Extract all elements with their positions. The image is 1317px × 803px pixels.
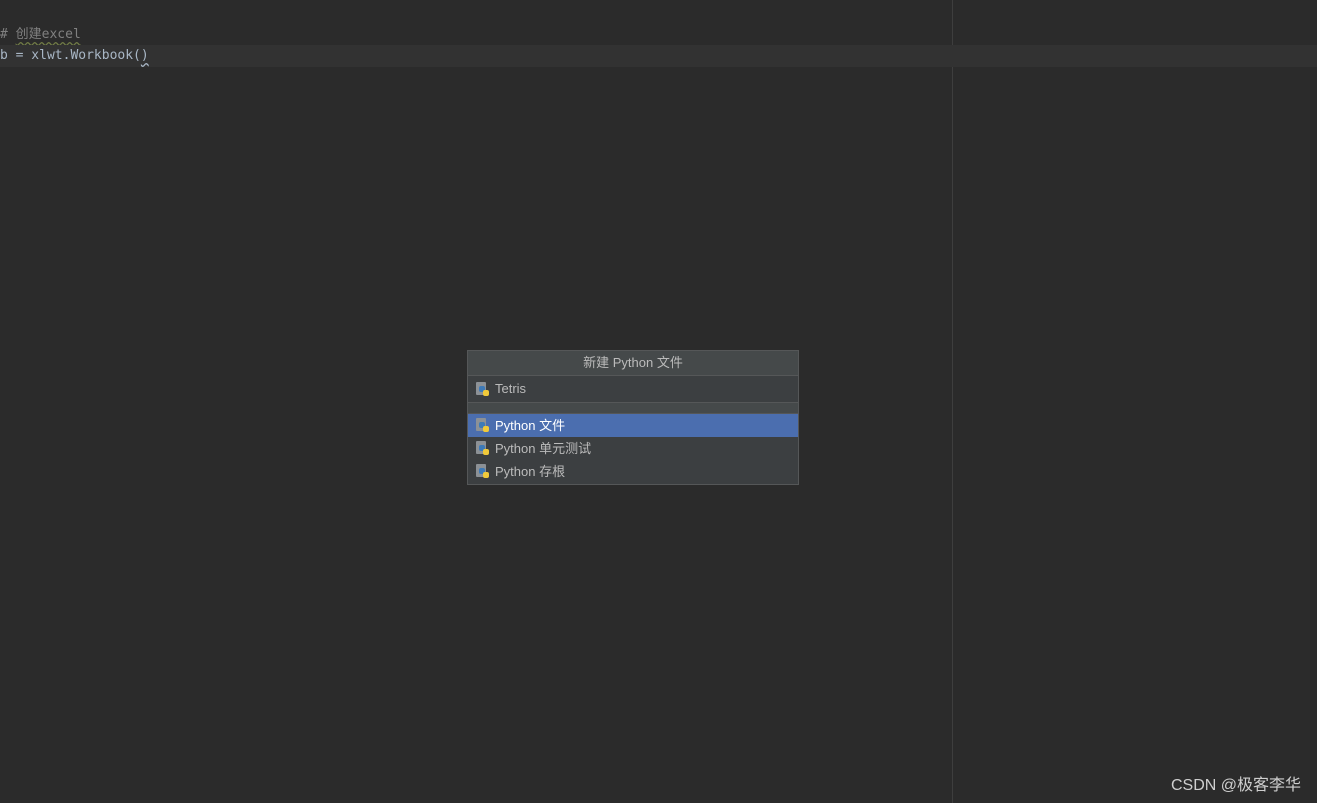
template-item-label: Python 文件 — [495, 418, 566, 433]
new-python-file-popup: 新建 Python 文件 Tetris Python 文件 Python 单元测… — [467, 350, 799, 485]
file-name-value: Tetris — [495, 381, 527, 396]
template-item-python-stub[interactable]: Python 存根 — [468, 460, 798, 483]
file-name-input[interactable]: Tetris — [468, 376, 798, 403]
template-item-label: Python 单元测试 — [495, 441, 592, 456]
popup-separator — [468, 403, 798, 414]
code-editor[interactable]: # 创建excel b = xlwt.Workbook() 新建 Python … — [0, 0, 1317, 803]
comment-text: 创建excel — [15, 27, 81, 42]
python-file-icon — [476, 418, 489, 433]
template-item-python-file[interactable]: Python 文件 — [468, 414, 798, 437]
comment-prefix: # — [0, 27, 16, 42]
popup-title: 新建 Python 文件 — [468, 351, 798, 376]
code-text: b = xlwt.Workbook( — [0, 48, 141, 63]
watermark: CSDN @极客李华 — [1170, 777, 1301, 794]
template-item-python-unit-test[interactable]: Python 单元测试 — [468, 437, 798, 460]
python-file-icon — [476, 381, 489, 397]
template-item-label: Python 存根 — [495, 464, 566, 479]
code-closing-paren: ) — [140, 48, 149, 63]
code-line-current[interactable]: b = xlwt.Workbook() — [0, 45, 1317, 67]
code-line-comment[interactable]: # 创建excel — [0, 24, 81, 46]
python-file-icon — [476, 441, 489, 456]
python-file-icon — [476, 464, 489, 479]
right-margin-guide — [952, 0, 953, 803]
